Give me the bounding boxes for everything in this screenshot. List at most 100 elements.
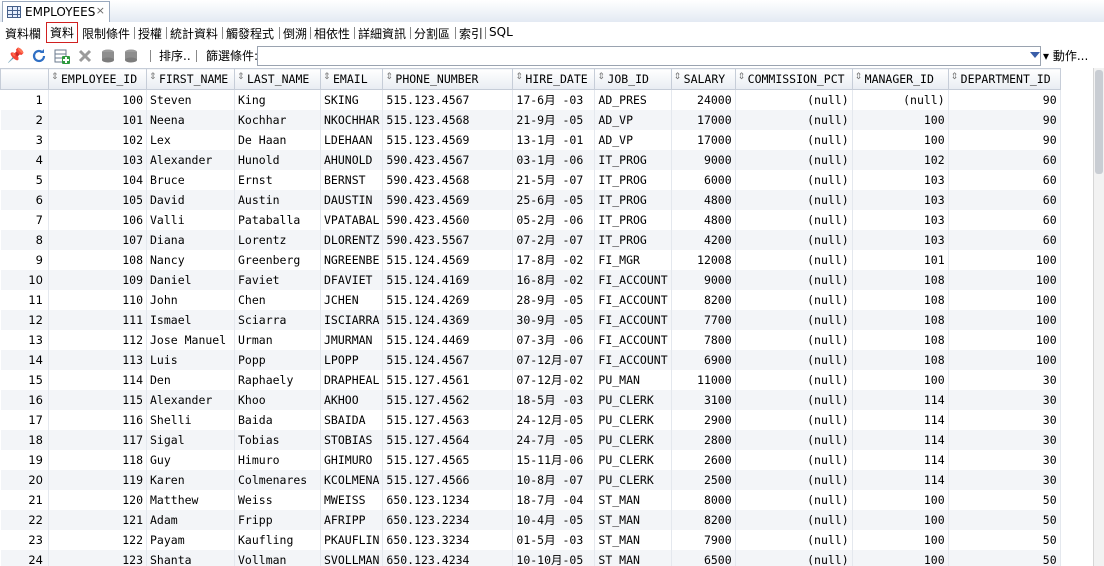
table-cell[interactable]: 2800 [671,430,736,450]
table-cell[interactable]: 100 [948,310,1061,330]
table-cell[interactable]: 515.124.4569 [382,250,514,270]
table-cell[interactable]: 113 [48,350,147,370]
table-cell[interactable]: 07-12月-02 [512,370,596,390]
table-cell[interactable]: (null) [735,350,853,370]
table-cell[interactable]: 123 [48,550,147,566]
table-cell[interactable]: 50 [948,530,1061,550]
table-cell[interactable]: 100 [852,130,949,150]
table-cell[interactable]: 100 [852,490,949,510]
table-cell[interactable]: Sigal [146,430,235,450]
table-cell[interactable]: 4800 [671,190,736,210]
table-row[interactable]: 22 121 Adam Fripp AFRIPP 650.123.2234 10-4月 -0… [0,510,1061,530]
table-cell[interactable]: PU_CLERK [594,390,672,410]
table-cell[interactable]: Jose Manuel [146,330,235,350]
column-header[interactable]: ⇕ COMMISSION_PCT [734,68,853,90]
table-cell[interactable]: King [234,89,321,110]
table-cell[interactable]: 118 [48,450,147,470]
table-cell[interactable]: 9000 [671,150,736,170]
table-cell[interactable]: (null) [735,190,853,210]
commit-icon[interactable] [99,47,117,65]
table-row[interactable]: 4 103 Alexander Hunold AHUNOLD 590.423.4567 03… [0,150,1061,170]
table-row[interactable]: 13 112 Jose Manuel Urman JMURMAN 515.124.4469… [0,330,1061,350]
table-cell[interactable]: 103 [852,190,949,210]
table-cell[interactable]: Fripp [234,510,321,530]
table-cell[interactable]: AD_VP [594,130,672,150]
table-cell[interactable]: FI_ACCOUNT [594,310,672,330]
table-cell[interactable]: 102 [852,150,949,170]
table-cell[interactable]: 104 [48,170,147,190]
delete-row-icon[interactable] [76,47,94,65]
table-cell[interactable]: PKAUFLIN [320,530,384,550]
table-cell[interactable]: 90 [948,89,1061,110]
table-row[interactable]: 11 110 John Chen JCHEN 515.124.4269 28-9月 -05 F… [0,290,1061,310]
table-cell[interactable]: 101 [48,110,147,130]
table-cell[interactable]: De Haan [234,130,321,150]
table-cell[interactable]: NGREENBE [320,250,384,270]
table-cell[interactable]: ST_MAN [594,510,672,530]
table-cell[interactable]: 106 [48,210,147,230]
table-cell[interactable]: 100 [948,250,1061,270]
table-cell[interactable]: 11000 [671,370,736,390]
table-cell[interactable]: IT_PROG [594,170,672,190]
close-icon[interactable]: × [96,4,105,17]
table-cell[interactable]: Luis [146,350,235,370]
table-row[interactable]: 16 115 Alexander Khoo AKHOO 515.127.4562 18-5月… [0,390,1061,410]
table-cell[interactable]: SVOLLMAN [320,550,384,566]
table-cell[interactable]: PU_CLERK [594,410,672,430]
table-cell[interactable]: (null) [735,290,853,310]
table-row[interactable]: 5 104 Bruce Ernst BERNST 590.423.4568 21-5月 -0… [0,170,1061,190]
table-cell[interactable]: 28-9月 -05 [512,290,596,310]
table-cell[interactable]: 515.124.4369 [382,310,514,330]
table-cell[interactable]: 17000 [671,130,736,150]
column-header[interactable]: ⇕ HIRE_DATE [512,68,596,90]
table-cell[interactable]: 114 [852,430,949,450]
table-cell[interactable]: 30 [948,450,1061,470]
tab-columns[interactable]: 資料欄 [5,25,41,42]
table-cell[interactable]: (null) [735,270,853,290]
table-cell[interactable]: 2600 [671,450,736,470]
column-header[interactable]: ⇕ MANAGER_ID [851,68,949,90]
table-cell[interactable]: 650.123.3234 [382,530,514,550]
table-cell[interactable]: Daniel [146,270,235,290]
table-cell[interactable]: JMURMAN [320,330,384,350]
table-cell[interactable]: 590.423.4567 [382,150,514,170]
table-cell[interactable]: 07-3月 -06 [512,330,596,350]
table-cell[interactable]: 01-5月 -03 [512,530,596,550]
table-cell[interactable]: 60 [948,210,1061,230]
table-cell[interactable]: 60 [948,150,1061,170]
table-cell[interactable]: 515.124.4567 [382,350,514,370]
table-cell[interactable]: 6500 [671,550,736,566]
sort-button[interactable]: 排序.. [159,47,191,65]
table-cell[interactable]: (null) [735,89,853,110]
column-header[interactable]: ⇕ EMPLOYEE_ID [48,68,147,90]
table-cell[interactable]: (null) [735,110,853,130]
table-cell[interactable]: 590.423.5567 [382,230,514,250]
tab-data[interactable]: 資料 [46,22,79,43]
table-cell[interactable]: 13-1月 -01 [512,130,596,150]
table-cell[interactable]: 111 [48,310,147,330]
table-cell[interactable]: LPOPP [320,350,384,370]
column-header[interactable]: ⇕ PHONE_NUMBER [382,68,514,90]
table-cell[interactable]: 515.123.4569 [382,130,514,150]
table-cell[interactable]: Chen [234,290,321,310]
table-cell[interactable]: IT_PROG [594,150,672,170]
table-cell[interactable]: (null) [735,330,853,350]
table-row[interactable]: 2 101 Neena Kochhar NKOCHHAR 515.123.4568 21-9… [0,110,1061,130]
table-cell[interactable]: 9000 [671,270,736,290]
table-cell[interactable]: SBAIDA [320,410,384,430]
table-cell[interactable]: 114 [48,370,147,390]
table-cell[interactable]: (null) [735,250,853,270]
table-cell[interactable]: 590.423.4560 [382,210,514,230]
table-cell[interactable]: 17000 [671,110,736,130]
table-cell[interactable]: Matthew [146,490,235,510]
table-cell[interactable]: 03-1月 -06 [512,150,596,170]
table-cell[interactable]: 114 [852,410,949,430]
table-cell[interactable]: Weiss [234,490,321,510]
chevron-down-icon[interactable] [1030,52,1040,58]
table-cell[interactable]: Pataballa [234,210,321,230]
table-cell[interactable]: 90 [948,130,1061,150]
table-cell[interactable]: Sciarra [234,310,321,330]
table-cell[interactable]: 515.127.4565 [382,450,514,470]
table-cell[interactable]: (null) [735,510,853,530]
table-cell[interactable]: FI_ACCOUNT [594,330,672,350]
